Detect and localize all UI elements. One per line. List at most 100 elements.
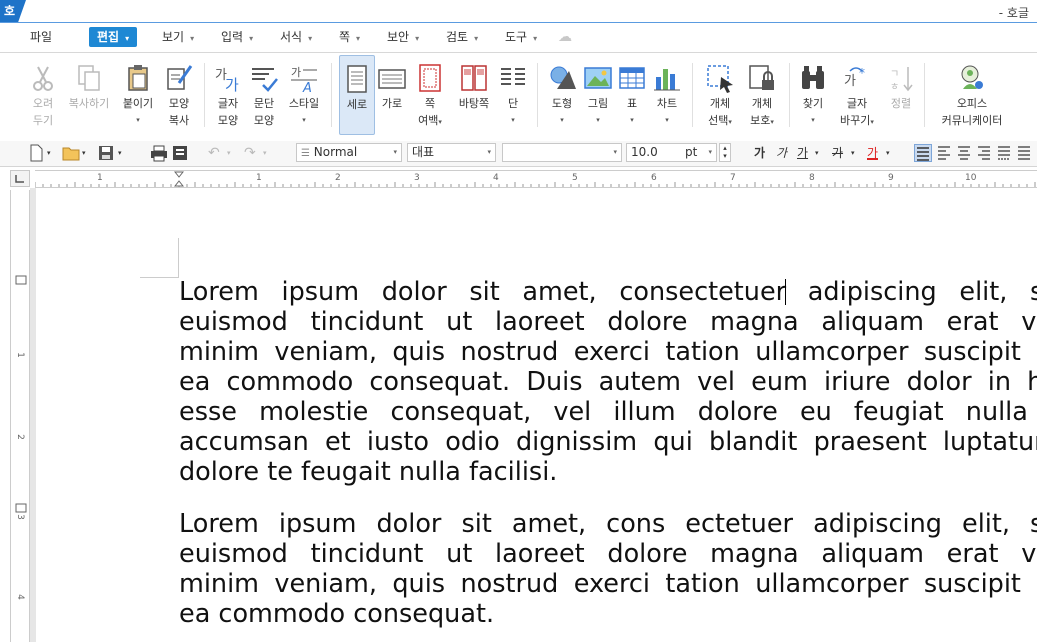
preview-icon[interactable] (172, 144, 188, 162)
new-document-icon[interactable] (28, 144, 44, 162)
save-icon[interactable] (98, 144, 114, 162)
format-copy-button[interactable]: 모양 복사 (160, 55, 198, 135)
page-left-gutter (30, 188, 36, 642)
portrait-button[interactable]: 세로 (339, 55, 375, 135)
background-page-button[interactable]: 바탕쪽 (452, 55, 496, 135)
menu-format[interactable]: 서식 ▾ (280, 27, 312, 47)
menu-review[interactable]: 검토 ▾ (446, 27, 478, 47)
para-shape-button[interactable]: 문단 모양 (246, 55, 282, 135)
menu-view[interactable]: 보기 ▾ (162, 27, 194, 47)
font-size-spinner[interactable]: ▴ ▾ (719, 143, 731, 162)
chevron-down-icon[interactable]: ▾ (815, 144, 819, 162)
paragraph-2[interactable]: Lorem ipsum dolor sit amet, cons ectetue… (179, 509, 1037, 629)
section-marker-icon[interactable] (15, 502, 27, 513)
indent-marker-icon[interactable] (173, 171, 185, 187)
image-icon (583, 63, 613, 93)
char-shape-button[interactable]: 가가 글자 모양 (210, 55, 246, 135)
office-communicator-button[interactable]: 오피스 커뮤니케이터 (934, 55, 1010, 135)
replace-button[interactable]: 가 * 글자 바꾸기▾ (834, 55, 880, 135)
chevron-down-icon: ▾ (356, 34, 361, 43)
font-language-select[interactable]: 대표 ▾ (407, 143, 496, 162)
align-justify-button[interactable] (914, 144, 932, 162)
table-button[interactable]: 표 ▾ (617, 55, 647, 135)
align-center-button[interactable] (956, 144, 972, 162)
landscape-page-icon (377, 63, 407, 93)
ribbon-separator (692, 63, 693, 127)
underline-button[interactable]: 가 (797, 144, 808, 162)
menu-insert[interactable]: 입력 ▾ (221, 27, 253, 47)
chevron-down-icon: ▾ (393, 148, 397, 156)
style-icon: 가A (289, 63, 319, 96)
copy-icon (74, 63, 104, 93)
text-line: Lorem ipsum dolor sit amet, cons ectetue… (179, 509, 1037, 539)
menu-tools[interactable]: 도구 ▾ (505, 27, 537, 47)
chevron-down-icon: ▾ (728, 118, 732, 126)
paragraph-1[interactable]: Lorem ipsum dolor sit amet, consectetuer… (179, 277, 1037, 487)
redo-icon[interactable]: ↷ (244, 144, 260, 162)
find-button[interactable]: 찾기 ▾ (797, 55, 829, 135)
chevron-down-icon: ▾ (708, 148, 712, 156)
ruler-toggle[interactable] (10, 170, 30, 187)
char-shape-icon: 가가 (213, 63, 243, 94)
help-cloud-icon[interactable]: ☁ (558, 27, 572, 47)
font-name-select[interactable]: ▾ (502, 143, 622, 162)
chevron-down-icon: ▾ (630, 116, 634, 124)
menu-security[interactable]: 보안 ▾ (387, 27, 419, 47)
ribbon-separator (204, 63, 205, 127)
menu-page[interactable]: 쪽 ▾ (339, 27, 360, 47)
object-protect-button[interactable]: 개체 보호▾ (742, 55, 782, 135)
distribute-button[interactable] (996, 144, 1012, 162)
undo-icon[interactable]: ↶ (208, 144, 224, 162)
chevron-down-icon[interactable]: ▾ (263, 144, 267, 162)
lock-icon (747, 63, 777, 93)
horizontal-ruler[interactable]: 1 1 2 3 4 5 6 7 8 9 10 (35, 170, 1037, 188)
shape-button[interactable]: 도형 ▾ (545, 55, 579, 135)
align-right-button[interactable] (976, 144, 992, 162)
font-color-button[interactable]: 가 (867, 144, 879, 160)
vertical-ruler[interactable]: 1 2 3 4 (10, 190, 30, 642)
sort-icon: ㄱㅎ (886, 63, 916, 93)
object-select-button[interactable]: 개체 선택▾ (700, 55, 740, 135)
strikethrough-button[interactable]: 가 (832, 144, 843, 162)
cut-button[interactable]: 오려 두기 (24, 55, 62, 135)
text-line: esse molestie consequat, vel illum dolor… (179, 397, 1037, 427)
chevron-down-icon[interactable]: ▾ (886, 144, 890, 162)
paste-button[interactable]: 붙이기 ▾ (118, 55, 158, 135)
divide-button[interactable] (1016, 144, 1032, 162)
para-shape-icon (249, 63, 279, 93)
window-title: - 호글 (998, 6, 1029, 20)
page-margin-button[interactable]: 쪽 여백▾ (411, 55, 449, 135)
chevron-down-icon: ▾ (474, 34, 479, 43)
chevron-down-icon[interactable]: ▾ (227, 144, 231, 162)
chevron-down-icon[interactable]: ▾ (82, 144, 86, 162)
svg-text:A: A (302, 81, 312, 93)
chevron-down-icon[interactable]: ▾ (851, 144, 855, 162)
chevron-down-icon: ▾ (870, 118, 874, 126)
copy-button[interactable]: 복사하기 (64, 55, 114, 135)
chevron-down-icon: ▾ (308, 34, 313, 43)
app-logo[interactable]: 호 (0, 0, 26, 22)
picture-button[interactable]: 그림 ▾ (581, 55, 615, 135)
top-margin-marker-icon[interactable] (15, 274, 27, 285)
style-button[interactable]: 가A 스타일 ▾ (284, 55, 324, 135)
title-bar: 호 - 호글 (0, 0, 1037, 22)
arrange-button[interactable]: ㄱㅎ 정렬 (884, 55, 918, 135)
open-folder-icon[interactable] (62, 144, 80, 162)
landscape-button[interactable]: 가로 (376, 55, 408, 135)
italic-button[interactable]: 가 (776, 144, 787, 162)
bold-button[interactable]: 가 (754, 144, 765, 162)
align-left-button[interactable] (936, 144, 952, 162)
columns-icon (498, 63, 528, 93)
menu-edit[interactable]: 편집 ▾ (89, 27, 138, 47)
menu-file[interactable]: 파일 (30, 27, 52, 47)
document-canvas[interactable]: Lorem ipsum dolor sit amet, consectetuer… (30, 188, 1037, 642)
column-button[interactable]: 단 ▾ (498, 55, 528, 135)
style-select[interactable]: ☰ Normal ▾ (296, 143, 402, 162)
chart-button[interactable]: 차트 ▾ (650, 55, 684, 135)
chevron-down-icon[interactable]: ▾ (118, 144, 122, 162)
font-size-select[interactable]: 10.0 pt ▾ (626, 143, 717, 162)
chevron-down-icon[interactable]: ▾ (47, 144, 51, 162)
chevron-down-icon: ▾ (665, 116, 669, 124)
background-page-icon (459, 63, 489, 93)
print-icon[interactable] (150, 144, 168, 162)
